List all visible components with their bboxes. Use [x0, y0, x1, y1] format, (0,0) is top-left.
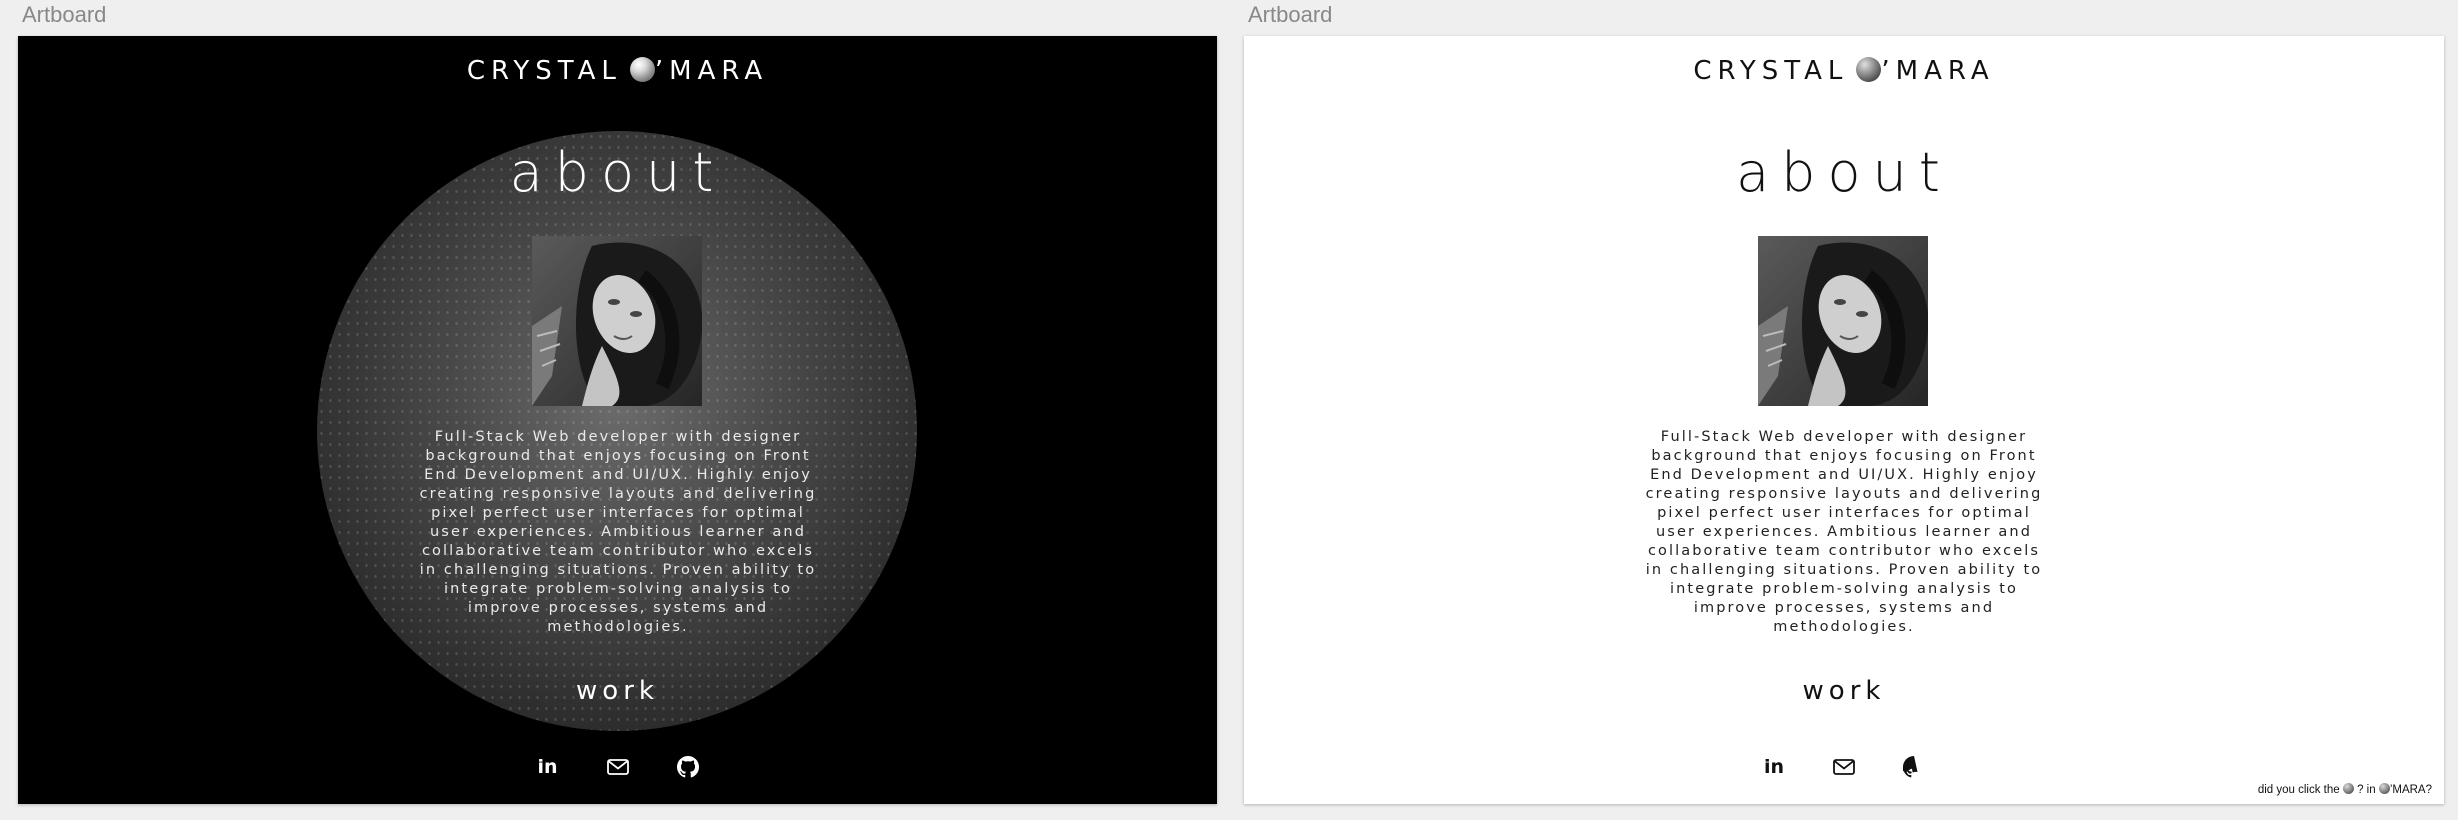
bio-text: Full-Stack Web developer with designer b… — [419, 429, 817, 635]
bio-text: Full-Stack Web developer with designer b… — [1645, 429, 2043, 635]
github-link[interactable] — [1902, 755, 1926, 779]
profile-photo — [532, 236, 702, 406]
linkedin-link[interactable]: in — [536, 755, 560, 779]
easter-egg-text-3: ’MARA? — [2389, 784, 2432, 796]
mail-link[interactable] — [1832, 755, 1856, 779]
orb-icon — [2378, 783, 2390, 794]
profile-photo — [1758, 236, 1928, 406]
brand-logo[interactable]: CRYSTAL ’MARA — [18, 56, 1217, 86]
orb-icon[interactable] — [629, 57, 655, 82]
page-title: about — [1736, 141, 1952, 204]
artboard-label-dark: Artboard — [22, 2, 107, 27]
github-link[interactable] — [676, 755, 700, 779]
mail-icon — [606, 759, 629, 775]
brand-logo[interactable]: CRYSTAL ’MARA — [1244, 56, 2444, 86]
page-title: about — [509, 141, 726, 204]
artboard-label-light: Artboard — [1248, 2, 1333, 27]
github-icon — [676, 756, 699, 778]
easter-egg-text-2: ? in — [2357, 784, 2376, 796]
work-link[interactable]: work — [1244, 676, 2444, 706]
orb-icon[interactable] — [1856, 57, 1882, 82]
social-links: in — [18, 755, 1217, 779]
mail-link[interactable] — [606, 755, 630, 779]
easter-egg-text-1: did you click the — [2257, 784, 2340, 796]
linkedin-icon: in — [537, 756, 558, 778]
mail-icon — [1833, 759, 1855, 775]
brand-name-last: ’MARA — [1881, 56, 1995, 86]
brand-name-last: ’MARA — [654, 56, 769, 86]
brand-name-first: CRYSTAL — [466, 56, 622, 86]
work-link[interactable]: work — [18, 676, 1217, 706]
artboard-dark: CRYSTAL ’MARA about Full-Stack Web develo… — [18, 36, 1217, 804]
linkedin-link[interactable]: in — [1762, 755, 1786, 779]
social-links: in — [1244, 755, 2444, 779]
orb-icon — [2342, 783, 2354, 794]
brand-name-first: CRYSTAL — [1693, 56, 1849, 86]
github-icon — [1903, 756, 1918, 778]
linkedin-icon: in — [1763, 756, 1785, 778]
artboard-light: CRYSTAL ’MARA about Full-Stack Web develo… — [1244, 36, 2444, 804]
easter-egg-note: did you click the ? in ’MARA? — [2258, 783, 2432, 796]
